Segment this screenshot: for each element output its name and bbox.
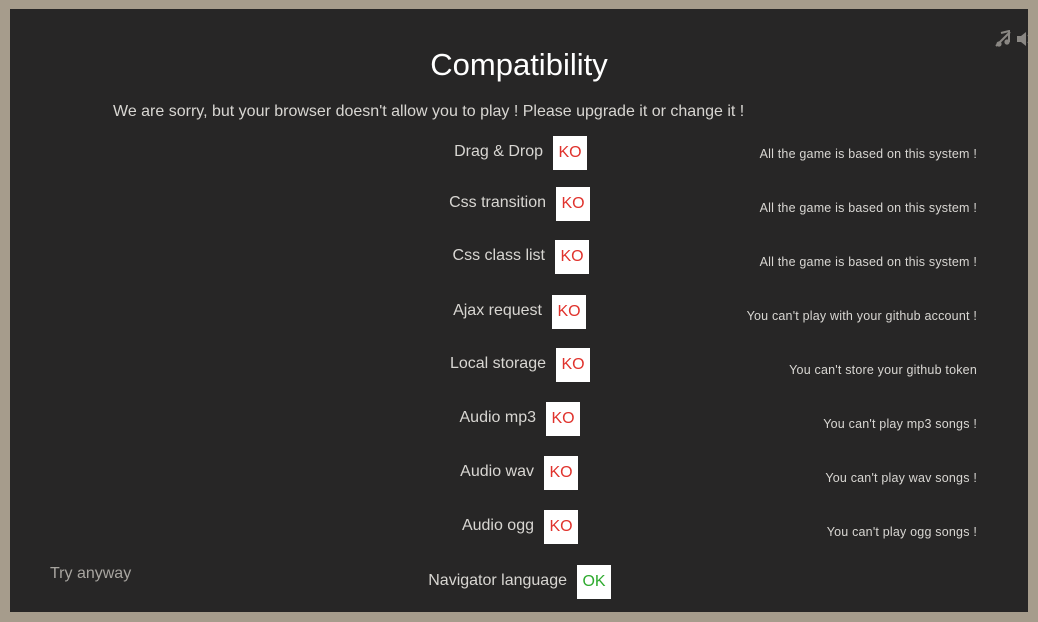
feature-note: You can't play wav songs ! [825,471,977,485]
status-badge: KO [555,240,589,274]
feature-note: You can't play ogg songs ! [826,525,977,539]
feature-label: Local storage [449,355,546,372]
compatibility-row: Ajax request KO You can't play with your g… [10,295,1028,329]
try-anyway-link[interactable]: Try anyway [50,565,131,583]
status-badge: OK [577,565,611,599]
status-badge: KO [556,187,590,221]
compatibility-row: Local storage KO You can't store your gith… [10,348,1028,382]
feature-label: Css transition [449,194,546,211]
compatibility-panel: Compatibility We are sorry, but your bro… [10,9,1028,612]
compatibility-row: Css transition KO All the game is based on… [10,187,1028,221]
page-title: Compatibility [430,47,608,82]
feature-note: All the game is based on this system ! [759,201,977,215]
status-badge: KO [544,510,578,544]
feature-note: All the game is based on this system ! [759,147,977,161]
feature-label: Ajax request [453,302,542,319]
feature-note: You can't store your github token [789,363,977,377]
feature-label: Audio ogg [461,517,534,534]
compatibility-row: Css class list KO All the game is based on… [10,240,1028,274]
feature-note: You can't play with your github account … [746,309,977,323]
status-badge: KO [544,456,578,490]
status-badge: KO [556,348,590,382]
feature-label: Audio mp3 [459,409,537,426]
status-badge: KO [553,136,587,170]
feature-note: You can't play mp3 songs ! [823,417,977,431]
compatibility-row: Navigator language OK [10,565,1028,599]
incompatibility-message: We are sorry, but your browser doesn't a… [113,103,745,120]
compatibility-row: Audio mp3 KO You can't play mp3 songs ! [10,402,1028,436]
feature-note: All the game is based on this system ! [759,255,977,269]
compatibility-row: Audio ogg KO You can't play ogg songs ! [10,510,1028,544]
feature-label: Drag & Drop [454,143,543,160]
music-off-icon[interactable] [994,29,1012,48]
compatibility-row: Drag & Drop KO All the game is based on th… [10,136,1028,170]
compatibility-row: Audio wav KO You can't play wav songs ! [10,456,1028,490]
speaker-icon[interactable] [1016,30,1028,48]
feature-label: Audio wav [460,463,534,480]
status-badge: KO [552,295,586,329]
feature-label: Css class list [452,247,545,264]
feature-label: Navigator language [428,572,567,589]
status-badge: KO [546,402,580,436]
